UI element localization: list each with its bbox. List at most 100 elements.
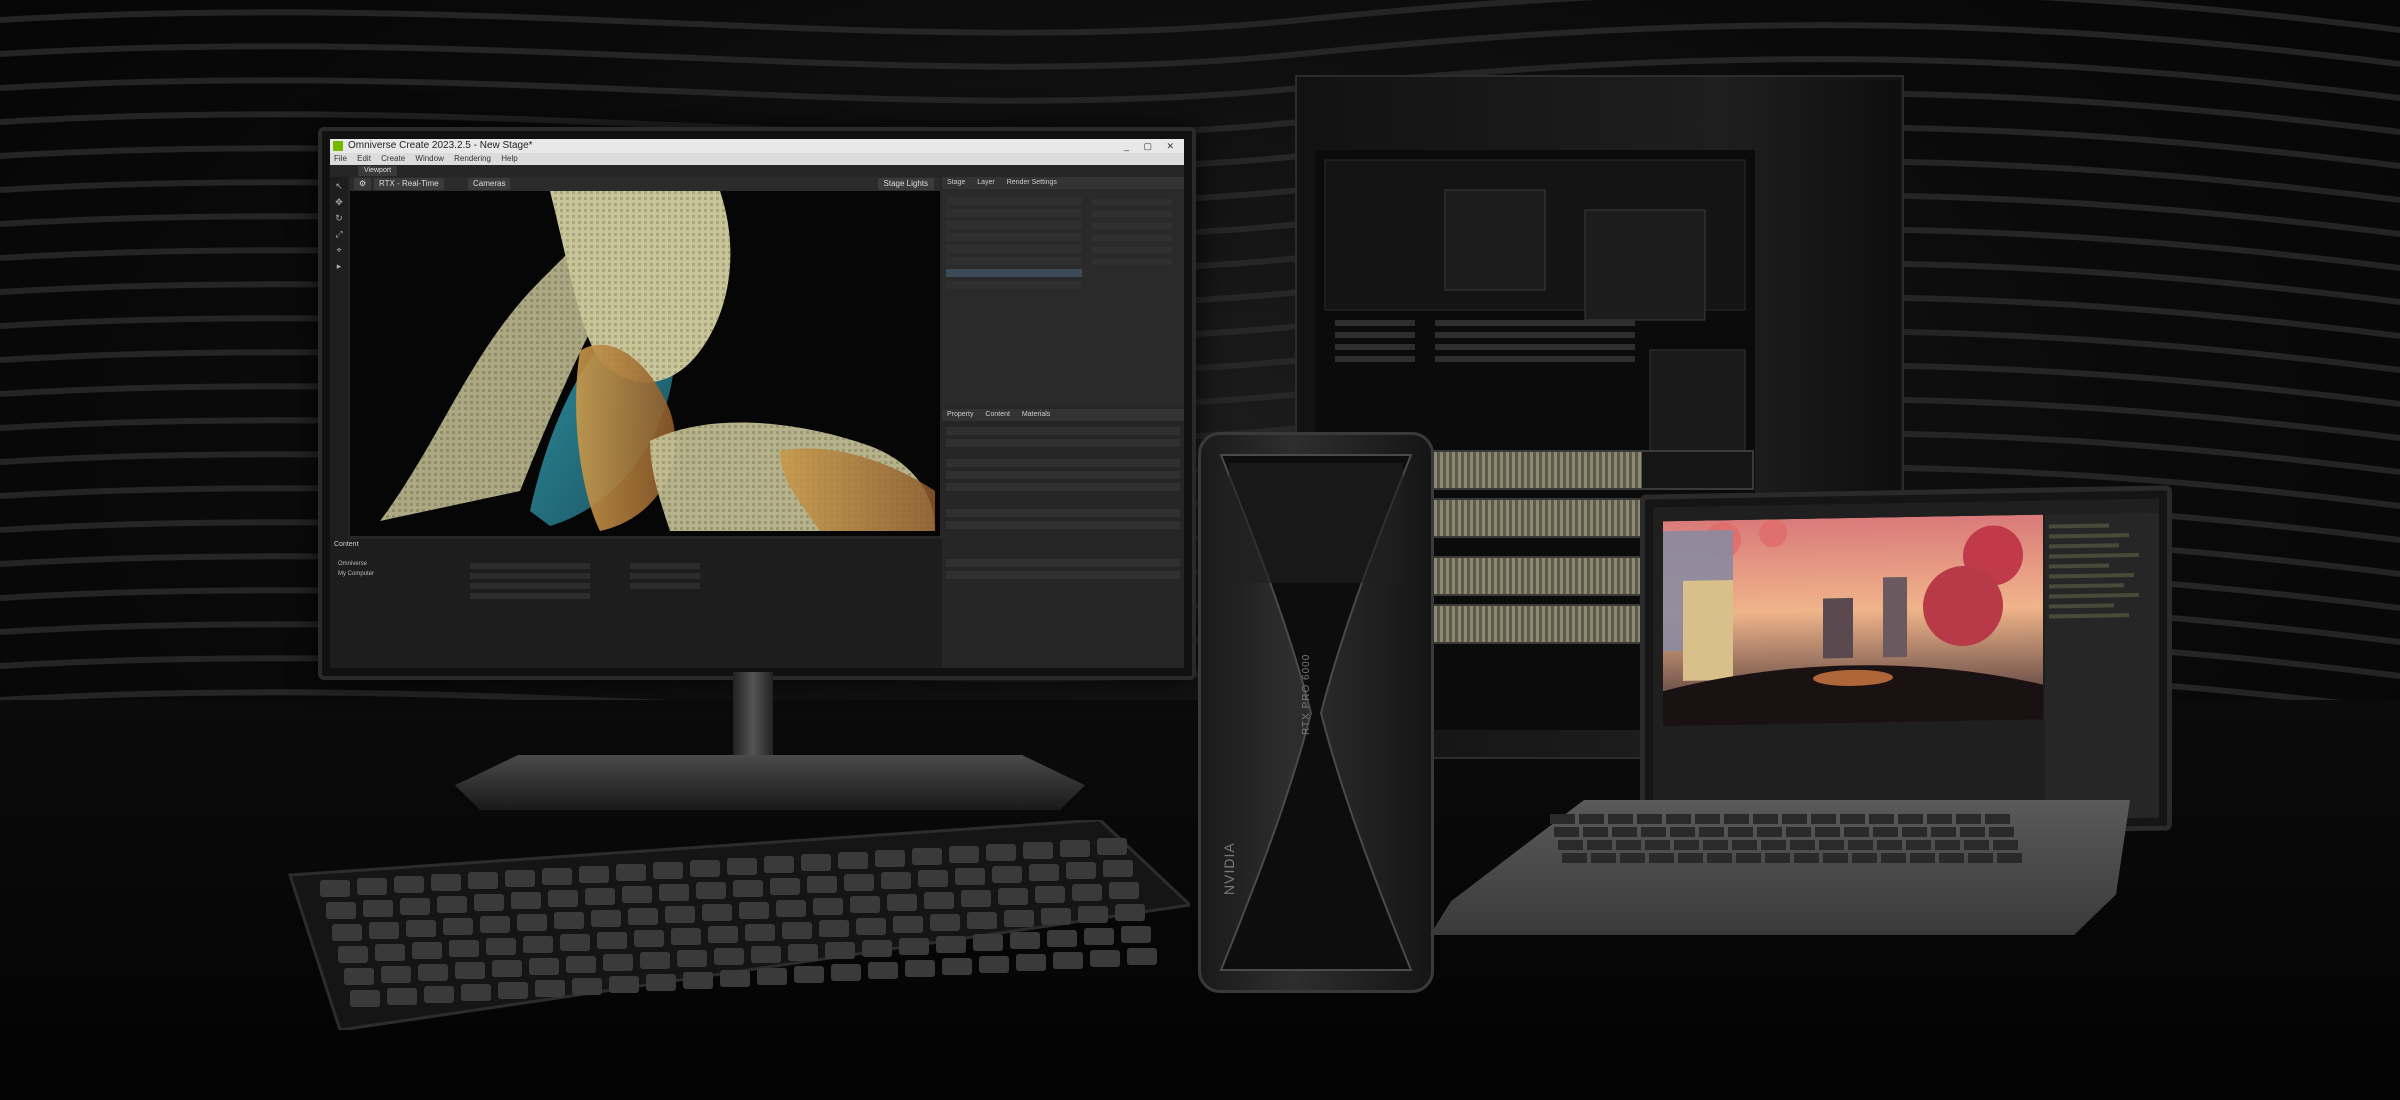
stage-tree-row[interactable] xyxy=(946,233,1082,241)
camera-dropdown[interactable]: Cameras xyxy=(468,178,511,190)
laptop-tree-row[interactable] xyxy=(2049,573,2134,579)
property-row[interactable] xyxy=(946,521,1180,529)
keyboard-key xyxy=(560,934,590,951)
stage-tree-row[interactable] xyxy=(946,209,1082,217)
keyboard-key xyxy=(505,870,535,887)
scale-tool-icon[interactable]: ⤢ xyxy=(334,229,344,239)
keyboard-key xyxy=(418,964,448,981)
property-row[interactable] xyxy=(946,483,1180,491)
menu-edit[interactable]: Edit xyxy=(357,154,371,163)
laptop-key xyxy=(1753,814,1778,824)
content-date-cell xyxy=(630,563,700,569)
laptop-key xyxy=(1815,827,1840,837)
play-tool-icon[interactable]: ▸ xyxy=(334,261,344,271)
laptop-key xyxy=(1819,840,1844,850)
keyboard-key xyxy=(535,980,565,997)
keyboard-key xyxy=(597,932,627,949)
laptop-key xyxy=(1910,853,1935,863)
tab-layer[interactable]: Layer xyxy=(977,179,995,186)
tab-stage[interactable]: Stage xyxy=(947,179,965,186)
content-item[interactable]: My Computer xyxy=(338,571,374,577)
settings-icon[interactable]: ⚙ xyxy=(354,178,372,190)
tab-content[interactable]: Content xyxy=(985,411,1010,418)
laptop-key xyxy=(1666,814,1691,824)
stage-tree-row[interactable] xyxy=(946,281,1082,289)
laptop-tree-row[interactable] xyxy=(2049,543,2119,549)
keyboard-key xyxy=(1097,838,1127,855)
laptop-key xyxy=(1956,814,1981,824)
laptop-tree-row[interactable] xyxy=(2049,552,2139,559)
keyboard-key xyxy=(844,874,874,891)
render-mode-dropdown[interactable]: RTX - Real-Time xyxy=(374,178,444,190)
render-viewport[interactable] xyxy=(350,191,940,536)
tab-property[interactable]: Property xyxy=(947,411,973,418)
keyboard-key xyxy=(375,944,405,961)
property-panel: Property Content Materials xyxy=(942,409,1184,668)
stage-tree-row[interactable] xyxy=(946,197,1082,205)
keyboard-key xyxy=(640,952,670,969)
keyboard-key xyxy=(887,894,917,911)
product-scene: Omniverse Create 2023.2.5 - New Stage* _… xyxy=(0,0,2400,1100)
laptop-render-viewport[interactable] xyxy=(1663,514,2043,727)
keyboard-key xyxy=(585,888,615,905)
content-item[interactable]: Omniverse xyxy=(338,561,367,567)
laptop-tree-row[interactable] xyxy=(2049,613,2129,619)
content-row[interactable] xyxy=(470,583,590,589)
laptop-tree-row[interactable] xyxy=(2049,563,2109,569)
laptop-key xyxy=(1736,853,1761,863)
laptop-screen xyxy=(1640,485,2172,840)
menu-file[interactable]: File xyxy=(334,154,347,163)
laptop-key xyxy=(1811,814,1836,824)
laptop-tree-row[interactable] xyxy=(2049,603,2114,609)
keyboard-key xyxy=(801,854,831,871)
laptop-key xyxy=(1927,814,1952,824)
property-row[interactable] xyxy=(946,571,1180,579)
stage-tree-row[interactable] xyxy=(946,257,1082,265)
keyboard-key xyxy=(690,860,720,877)
keyboard-key xyxy=(1127,948,1157,965)
stage-tree-row-selected[interactable] xyxy=(946,269,1082,277)
keyboard-key xyxy=(1041,908,1071,925)
laptop-key xyxy=(1765,853,1790,863)
laptop-key xyxy=(1562,853,1587,863)
tab-materials[interactable]: Materials xyxy=(1022,411,1050,418)
content-row[interactable] xyxy=(470,563,590,569)
property-row[interactable] xyxy=(946,509,1180,517)
stage-lights-button[interactable]: Stage Lights xyxy=(877,178,934,190)
move-tool-icon[interactable]: ✥ xyxy=(334,197,344,207)
menu-window[interactable]: Window xyxy=(415,154,443,163)
stage-tree-row[interactable] xyxy=(946,245,1082,253)
laptop-tree-row[interactable] xyxy=(2049,592,2139,599)
property-row[interactable] xyxy=(946,439,1180,447)
menu-create[interactable]: Create xyxy=(381,154,405,163)
property-row[interactable] xyxy=(946,471,1180,479)
laptop-key xyxy=(1612,827,1637,837)
laptop-tree-row[interactable] xyxy=(2049,583,2124,589)
window-controls[interactable]: _ ▢ ✕ xyxy=(1124,139,1180,153)
keyboard-key xyxy=(387,988,417,1005)
laptop-tree-row[interactable] xyxy=(2049,523,2109,529)
menu-rendering[interactable]: Rendering xyxy=(454,154,491,163)
snap-tool-icon[interactable]: ⌖ xyxy=(334,245,344,255)
keyboard-key xyxy=(782,922,812,939)
rotate-tool-icon[interactable]: ↻ xyxy=(334,213,344,223)
property-row[interactable] xyxy=(946,427,1180,435)
select-tool-icon[interactable]: ↖ xyxy=(334,181,344,191)
property-row[interactable] xyxy=(946,459,1180,467)
keyboard-key xyxy=(424,986,454,1003)
app-titlebar: Omniverse Create 2023.2.5 - New Stage* _… xyxy=(330,139,1184,153)
laptop-key xyxy=(1989,827,2014,837)
tab-render-settings[interactable]: Render Settings xyxy=(1007,179,1057,186)
stage-tree-row[interactable] xyxy=(946,221,1082,229)
property-row[interactable] xyxy=(946,559,1180,567)
content-row[interactable] xyxy=(470,593,590,599)
keyboard-key xyxy=(517,914,547,931)
property-panel-tabs: Property Content Materials xyxy=(942,409,1184,421)
content-row[interactable] xyxy=(470,573,590,579)
menu-help[interactable]: Help xyxy=(501,154,517,163)
laptop-key xyxy=(1641,827,1666,837)
laptop-tree-row[interactable] xyxy=(2049,533,2129,539)
keyboard-key xyxy=(1084,928,1114,945)
tab-viewport[interactable]: Viewport xyxy=(358,166,398,176)
stage-panel-tabs: Stage Layer Render Settings xyxy=(942,177,1184,189)
